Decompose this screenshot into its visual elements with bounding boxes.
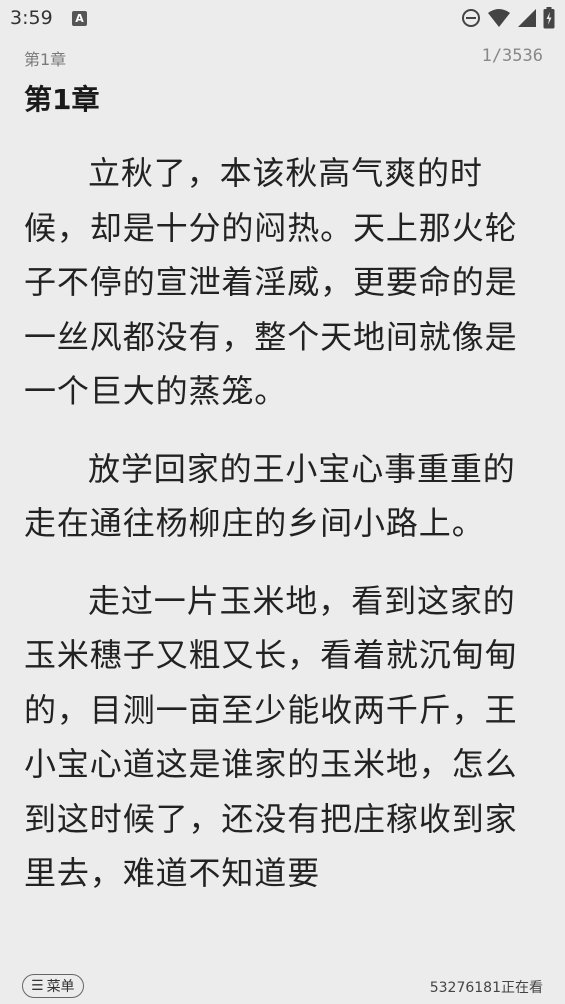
- status-time: 3:59: [10, 7, 53, 29]
- bottom-bar: ☰ 菜单 53276181正在看: [0, 968, 565, 1004]
- menu-button[interactable]: ☰ 菜单: [22, 974, 84, 998]
- signal-icon: [518, 9, 536, 27]
- menu-label: 菜单: [46, 979, 75, 995]
- notification-a-icon: A: [72, 11, 87, 26]
- page-indicator: 1/3536: [481, 46, 543, 66]
- status-icons: [461, 7, 555, 29]
- do-not-disturb-icon: [462, 9, 480, 27]
- paragraph: 走过一片玉米地，看到这家的玉米穗子又粗又长，看着就沉甸甸的，目测一亩至少能收两千…: [24, 581, 518, 893]
- wifi-icon: [488, 9, 510, 27]
- reader-count: 53276181正在看: [429, 980, 543, 996]
- menu-list-icon: ☰: [31, 978, 44, 994]
- status-bar: 3:59 A: [0, 0, 565, 38]
- current-chapter-label: 第1章: [24, 50, 67, 69]
- chapter-title: 第1章: [24, 83, 100, 116]
- battery-icon: [543, 7, 555, 29]
- paragraph: 放学回家的王小宝心事重重的走在通往杨柳庄的乡间小路上。: [24, 449, 516, 543]
- reader-header: 第1章 1/3536: [24, 46, 543, 69]
- reading-content[interactable]: 立秋了，本该秋高气爽的时候，却是十分的闷热。天上那火轮子不停的宣泄着淫威，更要命…: [24, 146, 544, 964]
- paragraph: 立秋了，本该秋高气爽的时候，却是十分的闷热。天上那火轮子不停的宣泄着淫威，更要命…: [24, 154, 518, 410]
